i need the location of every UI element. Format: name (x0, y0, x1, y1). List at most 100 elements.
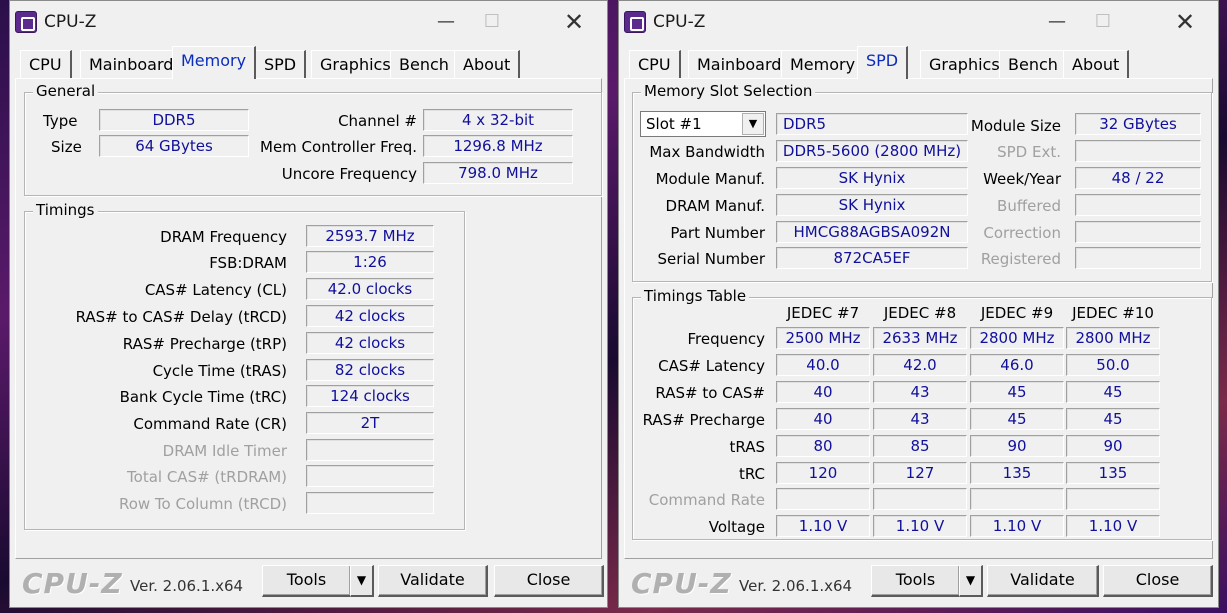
table-cell: 135 (970, 462, 1064, 484)
slot-select[interactable]: Slot #1 ▼ (640, 111, 766, 137)
timing-label: Total CAS# (tRDRAM) (127, 468, 287, 486)
spd-ext-label: SPD Ext. (997, 143, 1061, 161)
spd-panel: Memory Slot Selection Slot #1 ▼ DDR5 Mod… (624, 78, 1213, 559)
timing-label: Cycle Time (tRAS) (152, 362, 287, 380)
window-title: CPU-Z (653, 12, 706, 32)
uncore-frequency-value: 798.0 MHz (423, 162, 573, 184)
close-icon[interactable]: ✕ (551, 7, 597, 39)
part-number-value: HMCG88AGBSA092N (776, 221, 968, 243)
tab-spd[interactable]: SPD (857, 46, 909, 79)
tools-button[interactable]: Tools (871, 565, 961, 597)
timings-group: Timings DRAM Frequency 2593.7 MHz FSB:DR… (24, 201, 465, 530)
timing-value (306, 492, 434, 514)
table-cell: 2500 MHz (776, 327, 870, 349)
tab-about[interactable]: About (1063, 50, 1130, 79)
max-bandwidth-value: DDR5-5600 (2800 MHz) (776, 140, 968, 162)
minimize-icon[interactable]: — (1034, 7, 1080, 39)
timing-label: Command Rate (CR) (133, 415, 287, 433)
column-header: JEDEC #7 (786, 304, 860, 322)
tools-dropdown-icon[interactable]: ▼ (959, 565, 983, 597)
table-row-label: Command Rate (648, 491, 765, 509)
table-cell: 2800 MHz (970, 327, 1064, 349)
table-cell: 50.0 (1066, 354, 1160, 376)
table-cell: 45 (970, 381, 1064, 403)
validate-button[interactable]: Validate (378, 565, 488, 597)
timing-label: Bank Cycle Time (tRC) (119, 388, 287, 406)
close-button[interactable]: Close (1103, 565, 1213, 597)
table-row-label: Voltage (708, 518, 765, 536)
timing-value: 2593.7 MHz (306, 225, 434, 247)
timing-value: 2T (306, 412, 434, 434)
table-cell: 2800 MHz (1066, 327, 1160, 349)
table-row-label: RAS# Precharge (642, 411, 765, 429)
close-button[interactable]: Close (494, 565, 604, 597)
group-title: Memory Slot Selection (641, 82, 816, 100)
footer: CPU-Z Ver. 2.06.1.x64 Tools ▼ Validate C… (10, 559, 607, 607)
memory-type-value: DDR5 (776, 113, 968, 135)
tools-dropdown-icon[interactable]: ▼ (350, 565, 374, 597)
footer: CPU-Z Ver. 2.06.1.x64 Tools ▼ Validate C… (619, 559, 1218, 607)
maximize-icon[interactable]: ☐ (469, 7, 515, 39)
group-title: General (33, 82, 99, 100)
tab-mainboard[interactable]: Mainboard (688, 50, 792, 79)
dram-manuf-value: SK Hynix (776, 194, 968, 216)
size-label: Size (51, 138, 82, 156)
table-row-label: tRAS (729, 438, 765, 456)
module-manuf-value: SK Hynix (776, 167, 968, 189)
table-row-label: CAS# Latency (658, 357, 765, 375)
correction-value (1075, 221, 1201, 243)
timing-value (306, 439, 434, 461)
table-cell: 46.0 (970, 354, 1064, 376)
table-cell: 45 (1066, 381, 1160, 403)
timing-label: RAS# Precharge (tRP) (122, 335, 287, 353)
tab-bench[interactable]: Bench (999, 50, 1068, 79)
serial-number-value: 872CA5EF (776, 247, 968, 269)
timing-label: Row To Column (tRCD) (118, 495, 287, 513)
column-header: JEDEC #8 (883, 304, 957, 322)
tab-graphics[interactable]: Graphics (920, 50, 1010, 79)
timing-label: DRAM Frequency (160, 228, 287, 246)
table-cell (776, 488, 870, 510)
tab-spd[interactable]: SPD (255, 50, 307, 79)
tab-memory[interactable]: Memory (781, 50, 866, 79)
tab-bar: CPU Mainboard Memory SPD Graphics Bench … (10, 45, 607, 79)
title-bar[interactable]: CPU-Z — ☐ ✕ (619, 1, 1218, 45)
tab-memory[interactable]: Memory (172, 46, 257, 79)
maximize-icon[interactable]: ☐ (1080, 7, 1126, 39)
tab-about[interactable]: About (454, 50, 521, 79)
validate-button[interactable]: Validate (987, 565, 1099, 597)
table-cell: 40 (776, 381, 870, 403)
mem-controller-freq-value: 1296.8 MHz (423, 135, 573, 157)
module-manuf-label: Module Manuf. (655, 170, 765, 188)
table-cell: 43 (873, 381, 967, 403)
title-bar[interactable]: CPU-Z — ☐ ✕ (10, 1, 607, 45)
tab-graphics[interactable]: Graphics (311, 50, 401, 79)
tab-bar: CPU Mainboard Memory SPD Graphics Bench … (619, 45, 1218, 79)
timing-label: FSB:DRAM (209, 254, 287, 272)
tools-button[interactable]: Tools (262, 565, 352, 597)
size-value: 64 GBytes (99, 135, 249, 157)
timing-label: CAS# Latency (CL) (144, 281, 287, 299)
timings-table-group: Timings Table JEDEC #7 JEDEC #8 JEDEC #9… (632, 287, 1212, 540)
minimize-icon[interactable]: — (423, 7, 469, 39)
close-icon[interactable]: ✕ (1162, 7, 1208, 39)
table-row-label: tRC (738, 465, 765, 483)
tab-bench[interactable]: Bench (390, 50, 459, 79)
table-cell (873, 488, 967, 510)
table-cell: 85 (873, 435, 967, 457)
tab-cpu[interactable]: CPU (629, 50, 681, 79)
dropdown-arrow-icon[interactable]: ▼ (742, 113, 764, 135)
type-value: DDR5 (99, 109, 249, 131)
timing-value: 124 clocks (306, 385, 434, 407)
channel-label: Channel # (338, 112, 417, 130)
table-cell: 135 (1066, 462, 1160, 484)
timing-value: 82 clocks (306, 359, 434, 381)
table-cell: 1.10 V (873, 515, 967, 537)
tab-mainboard[interactable]: Mainboard (80, 50, 184, 79)
timing-value: 1:26 (306, 251, 434, 273)
tab-cpu[interactable]: CPU (20, 50, 72, 79)
cpuz-app-icon (624, 11, 646, 33)
table-cell (1066, 488, 1160, 510)
timing-label: DRAM Idle Timer (162, 442, 287, 460)
buffered-value (1075, 194, 1201, 216)
